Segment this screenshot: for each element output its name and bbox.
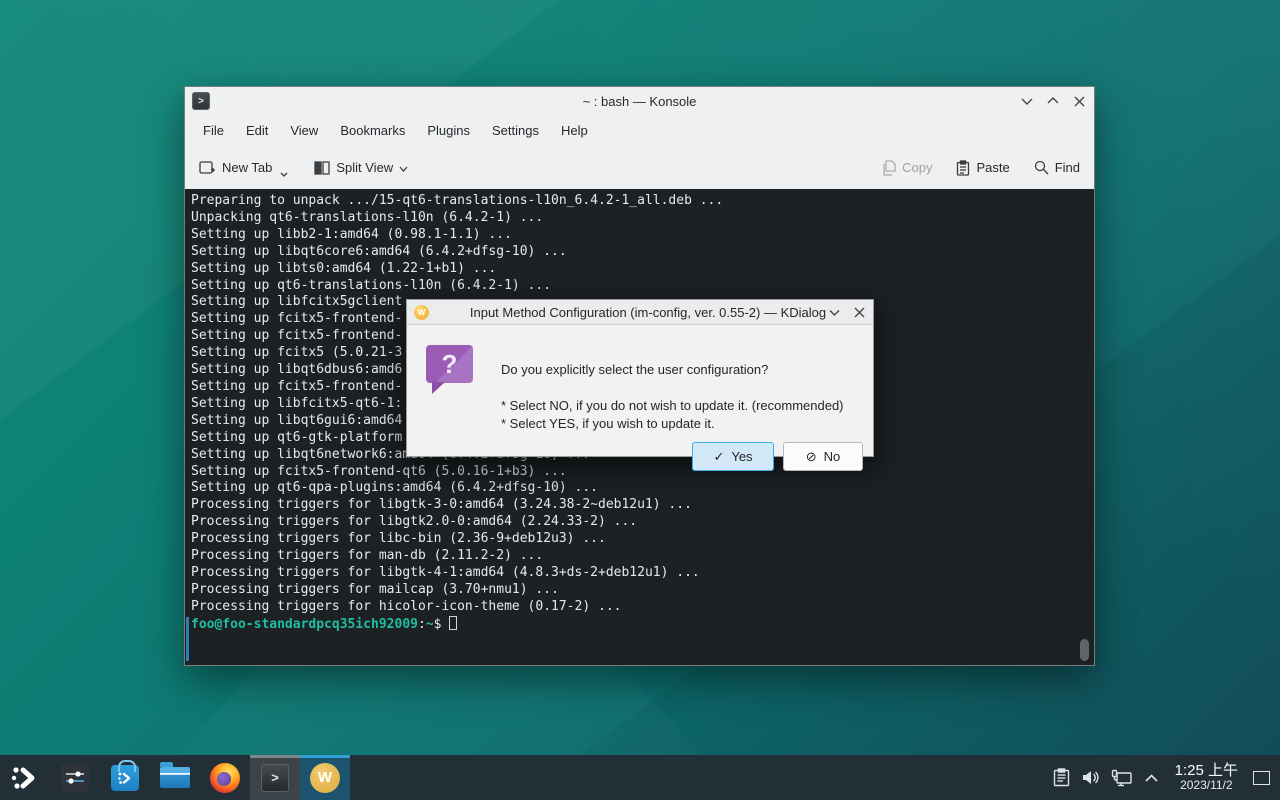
firefox-icon [210,763,240,793]
terminal-line: Processing triggers for man-db (2.11.2-2… [191,548,1094,565]
dialog-minimize-button[interactable] [827,306,841,320]
no-button[interactable]: ⊘ No [783,442,863,471]
terminal-line: Unpacking qt6-translations-l10n (6.4.2-1… [191,210,1094,227]
split-view-button[interactable]: Split View [314,160,408,175]
terminal-prompt-line: foo@foo-standardpcq35ich92009:~$ [191,616,1094,634]
dialog-body: ? Do you explicitly select the user conf… [407,325,873,457]
menu-bookmarks[interactable]: Bookmarks [329,119,416,142]
paste-button[interactable]: Paste [956,160,1009,176]
konsole-icon: > [261,764,289,792]
dolphin-launcher[interactable] [150,755,200,800]
firefox-task[interactable] [200,755,250,800]
app-launcher-button[interactable] [0,755,50,800]
dialog-option-no: * Select NO, if you do not wish to updat… [501,398,844,413]
paste-label: Paste [976,160,1009,175]
konsole-task[interactable]: > [250,755,300,800]
terminal-scrollbar-thumb[interactable] [1080,639,1089,661]
network-tray-icon[interactable] [1107,755,1137,800]
menu-view[interactable]: View [279,119,329,142]
terminal-line: Setting up qt6-qpa-plugins:amd64 (6.4.2+… [191,480,1094,497]
prompt-user-host: foo@foo-standardpcq35ich92009 [191,617,418,632]
kdialog-window: W Input Method Configuration (im-config,… [406,299,874,457]
new-tab-button[interactable]: New Tab [199,155,288,180]
system-settings-launcher[interactable] [50,755,100,800]
terminal-line: Setting up libb2-1:amd64 (0.98.1-1.1) ..… [191,227,1094,244]
close-button[interactable] [1072,94,1086,108]
yes-button[interactable]: ✓ Yes [692,442,774,471]
terminal-line: Setting up libqt6core6:amd64 (6.4.2+dfsg… [191,244,1094,261]
digital-clock[interactable]: 1:25 上午 2023/11/2 [1175,763,1238,793]
terminal-line: Processing triggers for hicolor-icon-the… [191,599,1094,616]
prompt-path: ~ [426,617,434,632]
copy-button[interactable]: Copy [881,160,932,176]
check-icon: ✓ [713,449,724,465]
toolbar: New Tab Split View Copy Paste Find [185,146,1094,189]
copy-label: Copy [902,160,932,175]
question-icon: ? [426,345,473,383]
terminal-line: Processing triggers for libgtk-3-0:amd64… [191,497,1094,514]
minimize-button[interactable] [1020,94,1034,108]
cancel-slash-icon: ⊘ [806,449,817,465]
show-desktop-button[interactable] [1248,755,1274,800]
terminal-line: Processing triggers for libgtk2.0-0:amd6… [191,514,1094,531]
volume-tray-icon[interactable] [1077,755,1107,800]
maximize-button[interactable] [1046,94,1060,108]
no-button-label: No [824,449,841,464]
window-titlebar[interactable]: > ~ : bash — Konsole [185,87,1094,115]
menu-file[interactable]: File [192,119,235,142]
split-view-dropdown-icon[interactable] [399,160,408,175]
clock-time: 1:25 上午 [1175,763,1238,780]
dialog-title: Input Method Configuration (im-config, v… [407,305,873,320]
terminal-line: Processing triggers for libgtk-4-1:amd64… [191,565,1094,582]
clock-date: 2023/11/2 [1175,779,1238,792]
terminal-line: Processing triggers for mailcap (3.70+nm… [191,582,1094,599]
split-view-label: Split View [336,160,393,175]
terminal-line: Setting up fcitx5-frontend-qt6 (5.0.16-1… [191,464,1094,481]
konsole-icon: > [192,92,210,110]
prompt-marker-line [186,617,189,661]
taskbar-panel: > W [0,755,1280,800]
kdialog-task[interactable]: W [300,755,350,800]
sliders-icon [61,764,89,792]
terminal-cursor [449,616,457,630]
menubar: FileEditViewBookmarksPluginsSettingsHelp [185,115,1094,146]
desktop-square-icon [1253,771,1270,785]
tray-expander-chevron-icon[interactable] [1137,755,1167,800]
window-title: ~ : bash — Konsole [185,94,1094,109]
new-tab-label: New Tab [222,160,272,175]
shopping-bag-icon [111,765,139,791]
dialog-question: Do you explicitly select the user config… [501,362,768,377]
terminal-line: Processing triggers for libc-bin (2.36-9… [191,531,1094,548]
dialog-option-yes: * Select YES, if you wish to update it. [501,416,715,431]
new-tab-dropdown-icon[interactable] [280,165,288,180]
menu-plugins[interactable]: Plugins [416,119,481,142]
clipboard-tray-icon[interactable] [1047,755,1077,800]
terminal-line: Setting up qt6-translations-l10n (6.4.2-… [191,278,1094,295]
terminal-line: Setting up libts0:amd64 (1.22-1+b1) ... [191,261,1094,278]
kdialog-icon: W [414,305,429,320]
find-button[interactable]: Find [1034,160,1080,175]
kdialog-icon: W [310,763,340,793]
dialog-close-button[interactable] [852,306,866,320]
folder-icon [160,767,190,788]
discover-launcher[interactable] [100,755,150,800]
yes-button-label: Yes [731,449,752,464]
menu-settings[interactable]: Settings [481,119,550,142]
dialog-titlebar[interactable]: W Input Method Configuration (im-config,… [407,300,873,325]
menu-help[interactable]: Help [550,119,599,142]
menu-edit[interactable]: Edit [235,119,279,142]
terminal-line: Preparing to unpack .../15-qt6-translati… [191,193,1094,210]
find-label: Find [1055,160,1080,175]
